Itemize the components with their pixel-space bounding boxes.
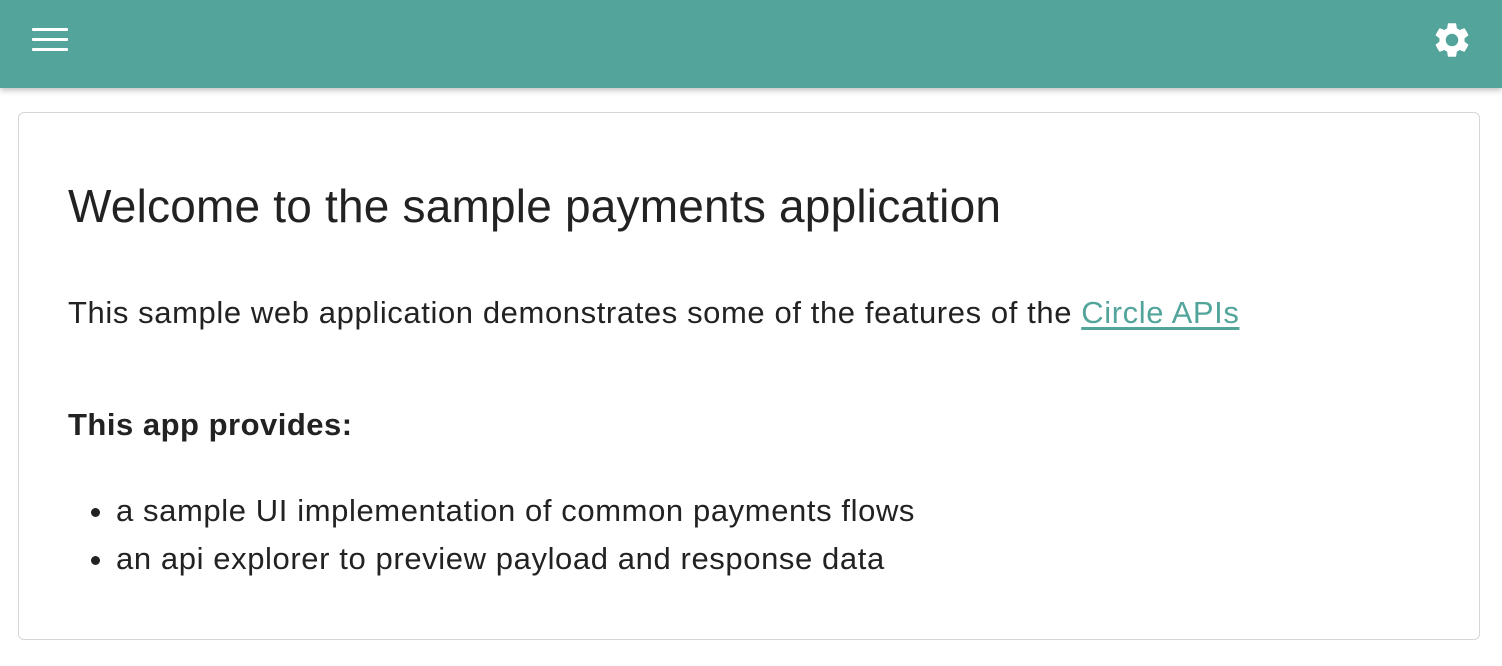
intro-text: This sample web application demonstrates…	[68, 295, 1239, 331]
intro-description: This sample web application demonstrates…	[68, 295, 1082, 330]
page-title: Welcome to the sample payments applicati…	[68, 180, 1002, 232]
feature-list: a sample UI implementation of common pay…	[68, 487, 915, 583]
gear-icon	[1435, 23, 1469, 57]
circle-apis-link[interactable]: Circle APIs	[1081, 295, 1239, 330]
app-bar	[0, 0, 1502, 88]
hamburger-menu-icon	[32, 28, 68, 31]
list-item: a sample UI implementation of common pay…	[116, 487, 915, 535]
menu-button[interactable]	[26, 18, 74, 62]
settings-button[interactable]	[1426, 15, 1478, 65]
list-item: an api explorer to preview payload and r…	[116, 535, 915, 583]
welcome-card: Welcome to the sample payments applicati…	[18, 112, 1480, 640]
provides-heading: This app provides:	[68, 407, 353, 442]
